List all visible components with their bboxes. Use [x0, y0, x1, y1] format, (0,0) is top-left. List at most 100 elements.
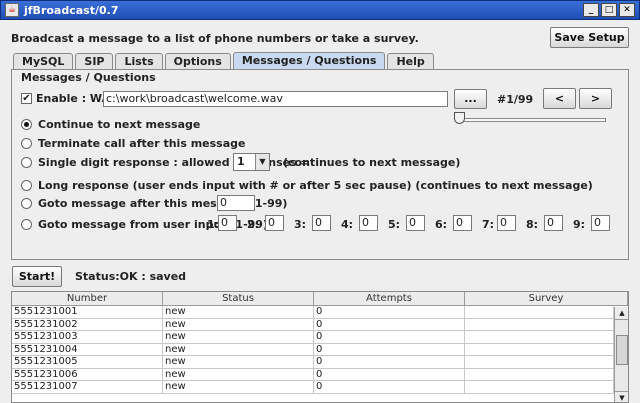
cell-number: 5551231006	[12, 368, 163, 380]
table-row[interactable]: 5551231002 new 0	[12, 318, 628, 331]
close-icon[interactable]: ✕	[619, 3, 635, 17]
digit-5-input[interactable]: 0	[406, 215, 425, 231]
message-slider-track[interactable]	[458, 118, 606, 122]
allowed-responses-select[interactable]: 1 ▼	[233, 153, 270, 171]
cell-number: 5551231005	[12, 356, 163, 368]
option-terminate-label: Terminate call after this message	[38, 137, 246, 150]
digit-3-input[interactable]: 0	[312, 215, 331, 231]
digit-7-label: 7:	[482, 218, 495, 231]
table-header: Number Status Attempts Survey	[12, 292, 628, 306]
numbers-table: Number Status Attempts Survey 5551231001…	[11, 291, 629, 403]
cell-attempts: 0	[314, 356, 465, 368]
group-title: Messages / Questions	[21, 71, 156, 84]
next-message-button[interactable]: >	[579, 88, 612, 109]
column-attempts[interactable]: Attempts	[314, 292, 465, 305]
digit-9-input[interactable]: 0	[591, 215, 610, 231]
cell-attempts: 0	[314, 343, 465, 355]
table-row[interactable]: 5551231006 new 0	[12, 368, 628, 381]
cell-number: 5551231007	[12, 381, 163, 393]
radio-continue[interactable]	[21, 119, 32, 130]
cell-survey	[465, 331, 614, 343]
option-long-response-label: Long response (user ends input with # or…	[38, 179, 593, 192]
cell-attempts: 0	[314, 318, 465, 330]
cell-number: 5551231003	[12, 331, 163, 343]
digit-2-label: 2:	[247, 218, 260, 231]
digit-4-label: 4:	[341, 218, 354, 231]
radio-long-response[interactable]	[21, 180, 32, 191]
radio-goto-input[interactable]	[21, 219, 32, 230]
digit-8-input[interactable]: 0	[544, 215, 563, 231]
goto-after-input[interactable]: 0	[217, 195, 255, 211]
table-row[interactable]: 5551231004 new 0	[12, 343, 628, 356]
digit-2-input[interactable]: 0	[265, 215, 284, 231]
digit-1-input[interactable]: 0	[218, 215, 237, 231]
cell-status: new	[163, 343, 314, 355]
cell-attempts: 0	[314, 331, 465, 343]
digit-6-label: 6:	[435, 218, 448, 231]
cell-attempts: 0	[314, 368, 465, 380]
cell-number: 5551231001	[12, 306, 163, 318]
cell-status: new	[163, 331, 314, 343]
cell-survey	[465, 381, 614, 393]
enable-checkbox[interactable]: ✔	[21, 93, 32, 104]
status-text: Status:OK : saved	[75, 270, 187, 283]
scroll-thumb[interactable]	[616, 335, 628, 365]
cell-number: 5551231002	[12, 318, 163, 330]
scroll-up-icon[interactable]: ▲	[615, 307, 628, 320]
start-button[interactable]: Start!	[12, 266, 62, 287]
cell-survey	[465, 356, 614, 368]
cell-number: 5551231004	[12, 343, 163, 355]
digit-3-label: 3:	[294, 218, 307, 231]
cell-status: new	[163, 318, 314, 330]
tab-messages-questions[interactable]: Messages / Questions	[232, 52, 386, 70]
table-scrollbar[interactable]: ▲ ▼	[614, 307, 628, 402]
wav-path-input[interactable]: c:\work\broadcast\welcome.wav	[103, 91, 448, 107]
tab-sip[interactable]: SIP	[75, 53, 114, 70]
maximize-icon[interactable]: □	[601, 3, 617, 17]
cell-survey	[465, 343, 614, 355]
cell-survey	[465, 318, 614, 330]
table-row[interactable]: 5551231001 new 0	[12, 306, 628, 319]
column-survey[interactable]: Survey	[465, 292, 628, 305]
radio-goto-after[interactable]	[21, 198, 32, 209]
column-number[interactable]: Number	[12, 292, 163, 305]
title-bar: ☕ jfBroadcast/0.7 _ □ ✕	[0, 0, 640, 20]
option-continue-label: Continue to next message	[38, 118, 201, 131]
digit-9-label: 9:	[573, 218, 586, 231]
digit-4-input[interactable]: 0	[359, 215, 378, 231]
tab-bar: MySQL SIP Lists Options Messages / Quest…	[13, 52, 436, 70]
cell-status: new	[163, 356, 314, 368]
digit-8-label: 8:	[526, 218, 539, 231]
radio-single-digit[interactable]	[21, 157, 32, 168]
option-long-response[interactable]: Long response (user ends input with # or…	[21, 179, 593, 192]
option-continue[interactable]: Continue to next message	[21, 118, 200, 131]
cell-status: new	[163, 381, 314, 393]
save-setup-button[interactable]: Save Setup	[550, 27, 629, 48]
message-slider-thumb[interactable]	[454, 112, 465, 124]
column-status[interactable]: Status	[163, 292, 314, 305]
tab-mysql[interactable]: MySQL	[13, 53, 74, 70]
tab-lists[interactable]: Lists	[115, 53, 163, 70]
header-message: Broadcast a message to a list of phone n…	[11, 32, 419, 45]
cell-status: new	[163, 368, 314, 380]
table-body: 5551231001 new 0 5551231002 new 0 555123…	[12, 306, 628, 394]
tab-help[interactable]: Help	[387, 53, 434, 70]
table-row[interactable]: 5551231005 new 0	[12, 356, 628, 369]
scroll-down-icon[interactable]: ▼	[615, 391, 628, 402]
chevron-down-icon[interactable]: ▼	[255, 154, 269, 170]
java-cup-icon: ☕	[5, 3, 19, 17]
table-row[interactable]: 5551231003 new 0	[12, 331, 628, 344]
option-terminate[interactable]: Terminate call after this message	[21, 137, 245, 150]
browse-button[interactable]: ...	[454, 89, 487, 109]
digit-6-input[interactable]: 0	[453, 215, 472, 231]
digit-7-input[interactable]: 0	[497, 215, 516, 231]
single-digit-suffix: (continues to next message)	[283, 156, 461, 169]
digit-5-label: 5:	[388, 218, 401, 231]
minimize-icon[interactable]: _	[583, 3, 599, 17]
table-row[interactable]: 5551231007 new 0	[12, 381, 628, 394]
prev-message-button[interactable]: <	[543, 88, 576, 109]
tab-options[interactable]: Options	[164, 53, 231, 70]
allowed-responses-value: 1	[237, 155, 245, 168]
radio-terminate[interactable]	[21, 138, 32, 149]
window-title: jfBroadcast/0.7	[24, 3, 119, 17]
